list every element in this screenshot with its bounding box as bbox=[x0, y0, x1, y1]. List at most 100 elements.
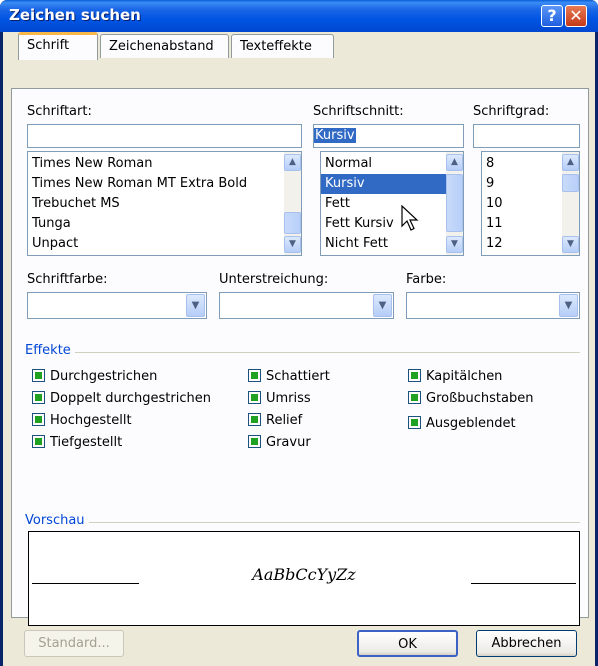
checkbox-hochgestellt[interactable]: Hochgestellt bbox=[32, 413, 132, 431]
font-color-dropdown[interactable]: ▼ bbox=[27, 292, 207, 319]
font-color-label: Schriftfarbe: bbox=[27, 272, 108, 287]
cancel-button[interactable]: Abbrechen bbox=[476, 630, 577, 657]
size-input[interactable] bbox=[473, 124, 580, 148]
checkbox-icon bbox=[248, 413, 261, 426]
tab-panel: Schriftart: Times New Roman Times New Ro… bbox=[11, 88, 589, 626]
title-bar[interactable]: Zeichen suchen ? ✕ bbox=[0, 0, 598, 32]
style-scrollbar[interactable]: ▲ ▼ bbox=[446, 152, 463, 255]
checkbox-relief[interactable]: Relief bbox=[248, 413, 302, 431]
preview-box: AaBbCcYyZz bbox=[28, 531, 580, 626]
checkbox-label: Durchgestrichen bbox=[50, 369, 158, 384]
tab-label: Zeichenabstand bbox=[109, 39, 214, 54]
scroll-up-icon[interactable]: ▲ bbox=[562, 154, 579, 171]
font-list[interactable]: Times New Roman Times New Roman MT Extra… bbox=[27, 151, 302, 256]
scroll-down-icon[interactable]: ▼ bbox=[562, 236, 579, 253]
list-item[interactable]: Fett Kursiv bbox=[321, 214, 463, 234]
checkbox-icon bbox=[408, 416, 421, 429]
checkbox-label: Relief bbox=[266, 413, 303, 428]
preview-divider bbox=[27, 522, 580, 523]
size-scrollbar[interactable]: ▲ ▼ bbox=[562, 152, 579, 255]
list-item[interactable]: Nicht Fett bbox=[321, 234, 463, 254]
checkbox-durchgestrichen[interactable]: Durchgestrichen bbox=[32, 369, 157, 387]
checkbox-icon bbox=[248, 435, 261, 448]
tab-zeichenabstand[interactable]: Zeichenabstand bbox=[100, 34, 229, 58]
standard-button[interactable]: Standard... bbox=[24, 630, 124, 657]
checkbox-label: Ausgeblendet bbox=[426, 416, 516, 431]
style-label: Schriftschnitt: bbox=[313, 104, 404, 119]
checkbox-gravur[interactable]: Gravur bbox=[248, 435, 311, 453]
scroll-thumb[interactable] bbox=[562, 174, 579, 192]
close-icon: ✕ bbox=[569, 6, 583, 25]
checkbox-label: Doppelt durchgestrichen bbox=[50, 391, 211, 406]
checkbox-umriss[interactable]: Umriss bbox=[248, 391, 311, 409]
scroll-down-icon[interactable]: ▼ bbox=[284, 236, 301, 253]
checkbox-label: Umriss bbox=[266, 391, 311, 406]
list-item[interactable]: Times New Roman MT Extra Bold bbox=[28, 174, 301, 194]
scroll-thumb[interactable] bbox=[446, 174, 463, 232]
list-item-selected[interactable]: Kursiv bbox=[321, 174, 463, 194]
help-button[interactable]: ? bbox=[541, 5, 563, 27]
color-label: Farbe: bbox=[406, 272, 447, 287]
checkbox-doppelt-durchgestrichen[interactable]: Doppelt durchgestrichen bbox=[32, 391, 211, 409]
checkbox-icon bbox=[32, 369, 45, 382]
tab-label: Schrift bbox=[27, 38, 70, 53]
list-item[interactable]: Unpact bbox=[28, 234, 301, 254]
checkbox-icon bbox=[408, 391, 421, 404]
scroll-thumb[interactable] bbox=[284, 212, 301, 234]
checkbox-icon bbox=[408, 369, 421, 382]
checkbox-label: Kapitälchen bbox=[426, 369, 503, 384]
checkbox-label: Gravur bbox=[266, 435, 311, 450]
scroll-down-icon[interactable]: ▼ bbox=[446, 236, 463, 253]
font-label: Schriftart: bbox=[27, 104, 92, 119]
list-item[interactable]: Normal bbox=[321, 154, 463, 174]
font-input[interactable] bbox=[27, 124, 302, 148]
window-title: Zeichen suchen bbox=[9, 6, 141, 24]
checkbox-schattiert[interactable]: Schattiert bbox=[248, 369, 330, 387]
mouse-cursor-icon bbox=[401, 205, 419, 231]
tab-texteffekte[interactable]: Texteffekte bbox=[231, 34, 334, 58]
checkbox-label: Tiefgestellt bbox=[50, 435, 123, 450]
chevron-down-icon[interactable]: ▼ bbox=[559, 294, 578, 317]
scroll-up-icon[interactable]: ▲ bbox=[284, 154, 301, 171]
chevron-down-icon[interactable]: ▼ bbox=[186, 294, 205, 317]
tab-schrift[interactable]: Schrift bbox=[18, 32, 98, 60]
style-input-value: Kursiv bbox=[314, 128, 356, 143]
checkbox-label: Großbuchstaben bbox=[426, 391, 534, 406]
scroll-up-icon[interactable]: ▲ bbox=[446, 154, 463, 171]
checkbox-tiefgestellt[interactable]: Tiefgestellt bbox=[32, 435, 122, 453]
checkbox-kapitaelchen[interactable]: Kapitälchen bbox=[408, 369, 502, 387]
checkbox-icon bbox=[32, 435, 45, 448]
checkbox-icon bbox=[248, 369, 261, 382]
underline-dropdown[interactable]: ▼ bbox=[219, 292, 394, 319]
checkbox-icon bbox=[32, 413, 45, 426]
checkbox-label: Schattiert bbox=[266, 369, 330, 384]
dialog-window: Zeichen suchen ? ✕ Schrift Zeichenabstan… bbox=[0, 0, 598, 666]
size-list[interactable]: 8 9 10 11 12 ▲ ▼ bbox=[481, 151, 580, 256]
underline-value bbox=[220, 295, 224, 310]
list-item[interactable]: Fett bbox=[321, 194, 463, 214]
style-input[interactable]: Kursiv bbox=[313, 124, 464, 148]
checkbox-label: Hochgestellt bbox=[50, 413, 132, 428]
list-item[interactable]: Times New Roman bbox=[28, 154, 301, 174]
size-label: Schriftgrad: bbox=[473, 104, 550, 119]
checkbox-grossbuchstaben[interactable]: Großbuchstaben bbox=[408, 391, 533, 409]
font-color-value bbox=[28, 295, 32, 310]
font-scrollbar[interactable]: ▲ ▼ bbox=[284, 152, 301, 255]
size-input-value bbox=[474, 127, 478, 142]
dialog-body: Schrift Zeichenabstand Texteffekte Schri… bbox=[3, 32, 595, 666]
list-item[interactable]: Tunga bbox=[28, 214, 301, 234]
checkbox-ausgeblendet[interactable]: Ausgeblendet bbox=[408, 416, 516, 434]
chevron-down-icon[interactable]: ▼ bbox=[373, 294, 392, 317]
checkbox-icon bbox=[248, 391, 261, 404]
list-item[interactable]: Trebuchet MS bbox=[28, 194, 301, 214]
ok-button[interactable]: OK bbox=[357, 630, 458, 657]
color-value bbox=[407, 295, 411, 310]
close-button[interactable]: ✕ bbox=[565, 5, 587, 27]
style-list[interactable]: Normal Kursiv Fett Fett Kursiv Nicht Fet… bbox=[320, 151, 464, 256]
color-dropdown[interactable]: ▼ bbox=[406, 292, 580, 319]
effects-divider bbox=[27, 352, 580, 353]
underline-label: Unterstreichung: bbox=[219, 272, 329, 287]
font-input-value bbox=[28, 127, 32, 142]
effects-title: Effekte bbox=[25, 343, 75, 358]
checkbox-icon bbox=[32, 391, 45, 404]
